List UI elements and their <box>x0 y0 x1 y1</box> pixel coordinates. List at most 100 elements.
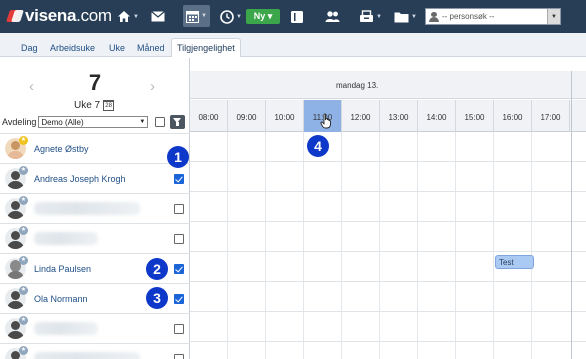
person-search-placeholder: -- personsøk -- <box>442 12 495 21</box>
availability-grid: mandag 13. 08:00 09:00 10:00 11:00 12:00… <box>190 71 586 359</box>
register-menu[interactable]: ▼ <box>359 8 382 25</box>
grid-line <box>493 132 494 359</box>
grid-row[interactable] <box>190 312 586 342</box>
next-week-button[interactable]: › <box>150 78 155 95</box>
home-menu[interactable]: ▼ <box>117 8 139 25</box>
grid-body <box>190 132 586 359</box>
visena-logo-mark <box>6 8 24 24</box>
employee-row[interactable]: ★ Agnete Østby <box>0 133 190 163</box>
home-icon <box>118 11 130 22</box>
employee-checkbox[interactable] <box>174 294 184 304</box>
tab-dag[interactable]: Dag <box>16 38 43 57</box>
employee-name[interactable]: Linda Paulsen <box>34 264 91 274</box>
grid-row[interactable] <box>190 192 586 222</box>
select-all-checkbox[interactable] <box>155 117 165 127</box>
hour-header-row: 08:00 09:00 10:00 11:00 12:00 13:00 14:0… <box>190 100 586 132</box>
star-icon: ★ <box>19 316 28 325</box>
grid-row[interactable] <box>190 342 586 359</box>
employee-row[interactable]: ★ Andreas Joseph Krogh <box>0 163 190 193</box>
time-menu[interactable]: ▼ <box>220 8 242 25</box>
star-icon: ★ <box>19 136 28 145</box>
hour-cell[interactable]: 15:00 <box>456 100 494 132</box>
projects-button[interactable] <box>290 8 304 25</box>
event-block[interactable]: Test <box>495 255 534 269</box>
person-search-select[interactable]: -- personsøk -- ▼ <box>425 8 561 25</box>
hour-cell[interactable]: 13:00 <box>380 100 418 132</box>
grid-row[interactable] <box>190 282 586 312</box>
users-icon <box>325 11 340 22</box>
grid-row[interactable] <box>190 132 586 162</box>
tab-maned[interactable]: Måned <box>132 38 170 57</box>
star-icon: ★ <box>19 166 28 175</box>
visena-logo[interactable]: visena.com <box>6 5 112 27</box>
star-icon: ★ <box>19 286 28 295</box>
chevron-down-icon: ▼ <box>236 13 242 20</box>
employee-checkbox[interactable] <box>174 234 184 244</box>
tab-tilgjengelighet[interactable]: Tilgjengelighet <box>171 38 241 57</box>
grid-line <box>531 132 532 359</box>
employee-name-redacted <box>34 202 140 215</box>
hour-cell[interactable]: 16:00 <box>494 100 532 132</box>
step-marker-4: 4 <box>307 135 329 157</box>
employee-checkbox[interactable] <box>174 324 184 334</box>
new-button[interactable]: Ny ▾ <box>246 9 280 24</box>
chevron-down-icon: ▼ <box>139 119 146 125</box>
filter-icon[interactable] <box>170 115 185 129</box>
hour-cell[interactable]: 10:00 <box>266 100 304 132</box>
hour-cell[interactable]: 14:00 <box>418 100 456 132</box>
calendar-menu[interactable]: ▼ <box>183 5 210 27</box>
employee-name[interactable]: Andreas Joseph Krogh <box>34 174 126 184</box>
clock-icon <box>220 9 234 24</box>
employee-checkbox[interactable] <box>174 264 184 274</box>
mail-button[interactable] <box>151 8 165 25</box>
hour-cell[interactable]: 17:00 <box>532 100 570 132</box>
week-label-text: Uke 7 <box>74 100 101 111</box>
grid-line <box>227 132 228 359</box>
hour-cell[interactable]: 12:00 <box>342 100 380 132</box>
week-label: Uke 7 28 <box>74 100 115 111</box>
department-label: Avdeling <box>2 117 37 127</box>
hour-cell[interactable]: 0 <box>570 100 586 132</box>
employee-checkbox[interactable] <box>174 204 184 214</box>
department-selected-value: Demo (Alle) <box>41 117 84 127</box>
employee-panel: ‹ 7 › Uke 7 28 Avdeling Demo (Alle) ▼ ★ … <box>0 58 190 359</box>
hour-cell[interactable]: 08:00 <box>190 100 228 132</box>
chevron-down-icon: ▼ <box>201 13 207 19</box>
employee-row[interactable]: ★ <box>0 223 190 253</box>
grid-line <box>303 132 304 359</box>
hour-cell[interactable]: 09:00 <box>228 100 266 132</box>
register-icon <box>360 10 373 22</box>
grid-line <box>265 132 266 359</box>
employee-name-redacted <box>34 352 140 359</box>
employee-checkbox[interactable] <box>174 354 184 359</box>
employee-name[interactable]: Agnete Østby <box>34 144 89 154</box>
grid-row[interactable] <box>190 162 586 192</box>
contacts-button[interactable] <box>325 8 340 25</box>
employee-name-redacted <box>34 322 98 335</box>
grid-line <box>417 132 418 359</box>
star-icon: ★ <box>19 256 28 265</box>
department-select[interactable]: Demo (Alle) ▼ <box>38 116 149 128</box>
star-icon: ★ <box>19 346 28 355</box>
grid-row[interactable] <box>190 222 586 252</box>
employee-name[interactable]: Ola Normann <box>34 294 88 304</box>
mail-icon <box>151 11 165 22</box>
grid-line <box>341 132 342 359</box>
employee-row[interactable]: ★ <box>0 313 190 343</box>
folder-menu[interactable]: ▼ <box>394 8 417 25</box>
logo-text: visena <box>25 6 77 25</box>
calendar-icon[interactable]: 28 <box>103 100 115 111</box>
employee-row[interactable]: ★ <box>0 193 190 223</box>
week-number: 7 <box>88 70 102 95</box>
step-marker-1: 1 <box>167 146 189 168</box>
employee-checkbox[interactable] <box>174 174 184 184</box>
folder-icon <box>394 12 409 22</box>
grid-line <box>379 132 380 359</box>
chevron-down-icon: ▼ <box>411 13 417 20</box>
dropdown-arrow-icon[interactable]: ▼ <box>547 9 560 24</box>
calendar-icon <box>186 10 199 23</box>
star-icon: ★ <box>19 226 28 235</box>
tab-uke[interactable]: Uke <box>104 38 130 57</box>
employee-row[interactable]: ★ <box>0 343 190 359</box>
tab-arbeidsuke[interactable]: Arbeidsuke <box>45 38 100 57</box>
